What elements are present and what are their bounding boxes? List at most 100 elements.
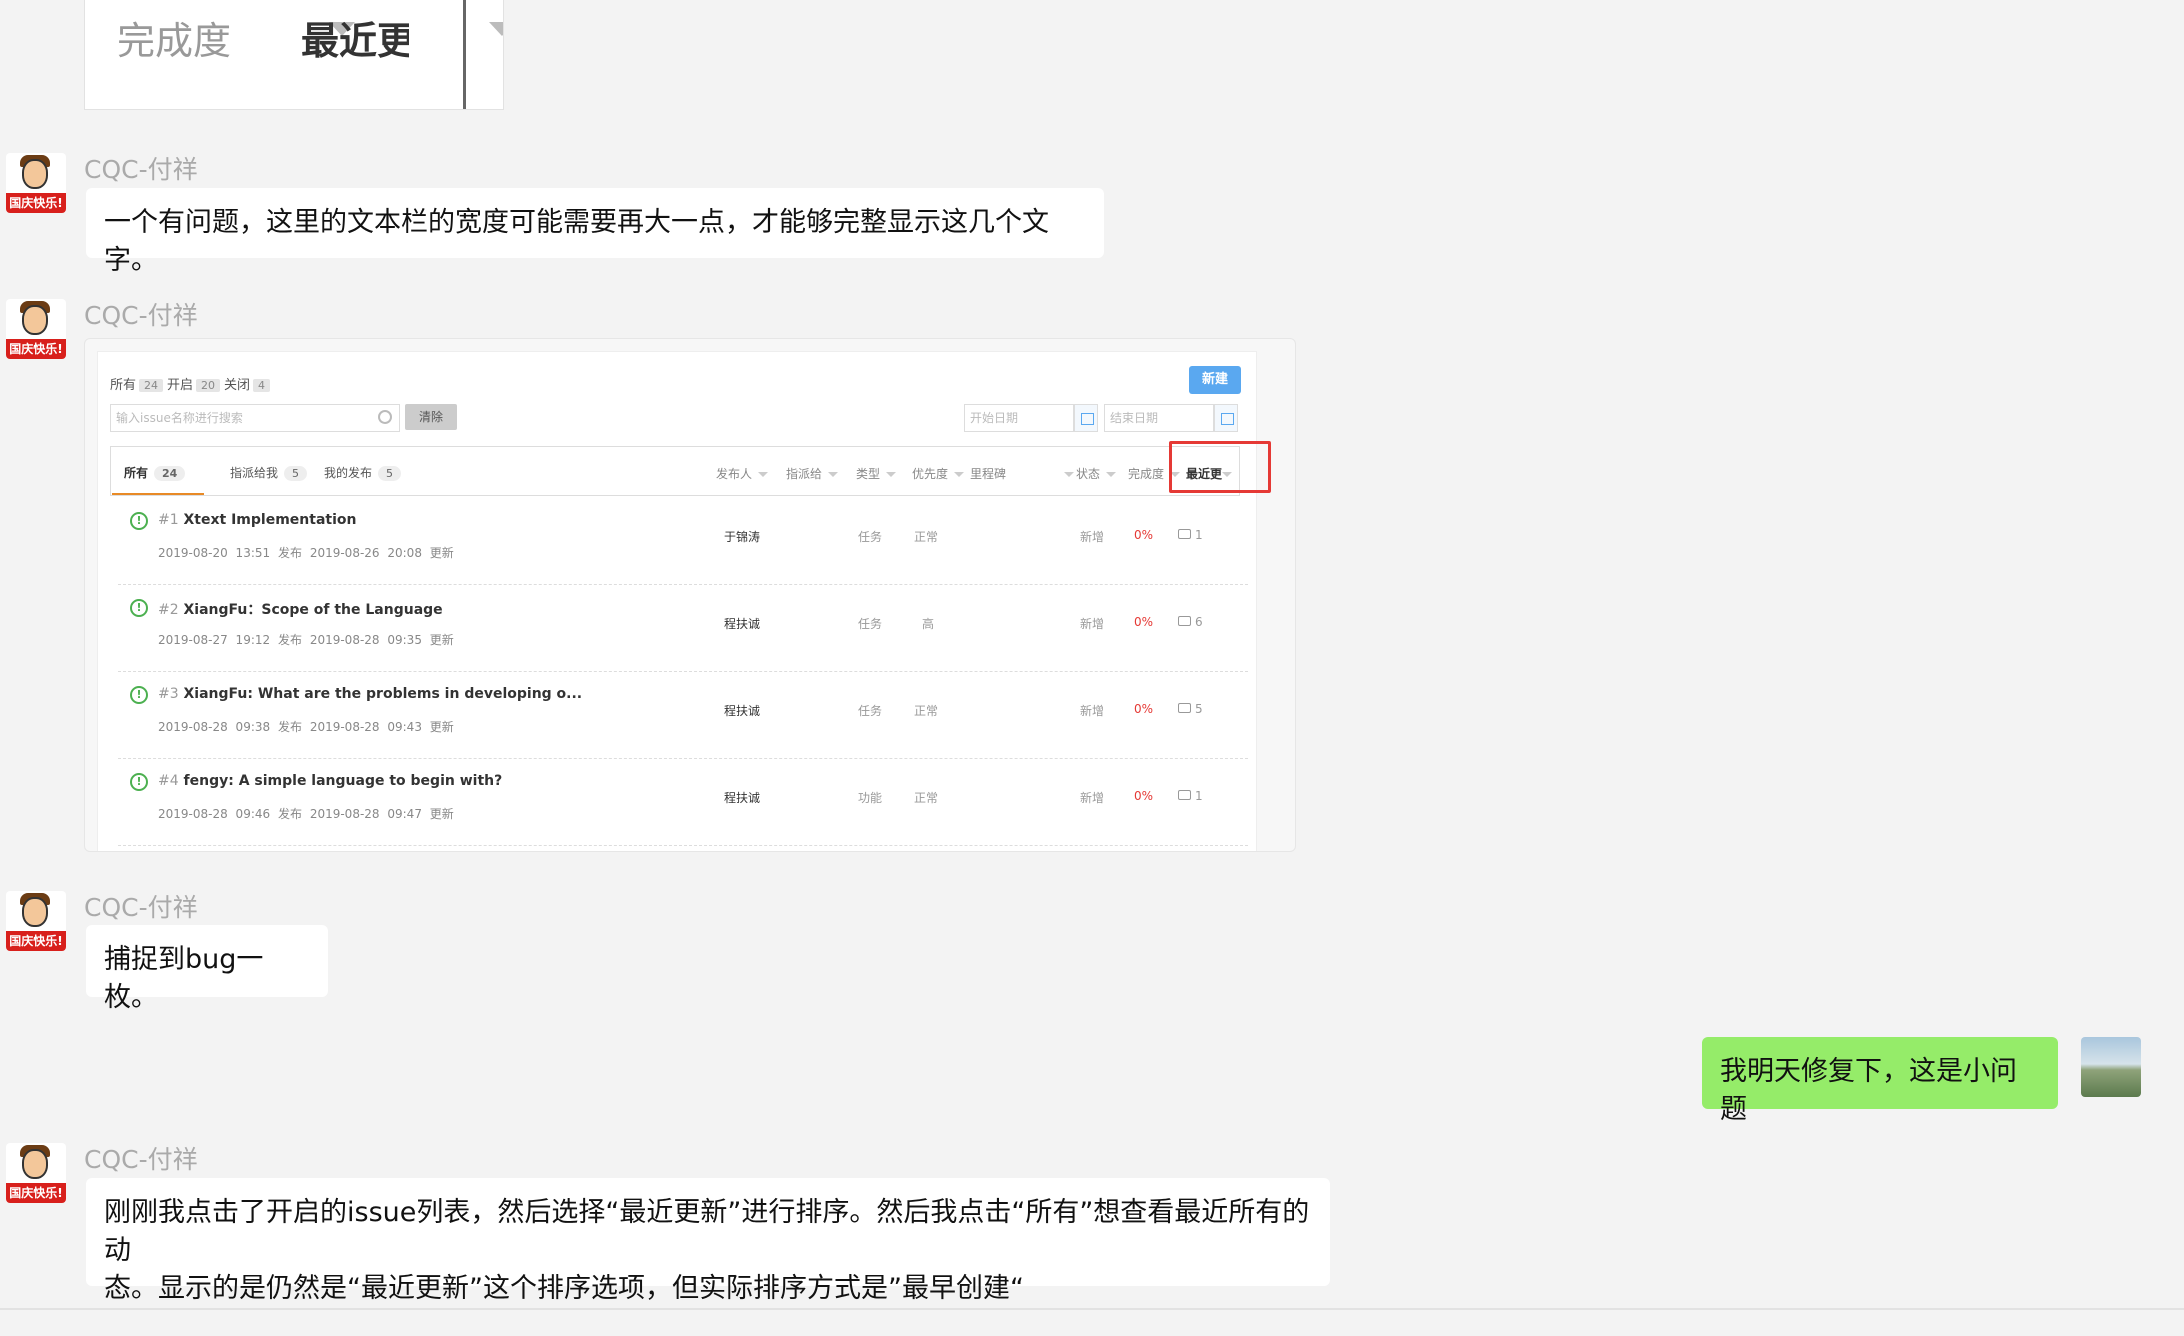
filter-label: 里程碑 bbox=[970, 467, 1007, 481]
issue-open-icon: ! bbox=[130, 686, 148, 704]
calendar-icon[interactable] bbox=[1074, 404, 1098, 432]
filter-assignee[interactable]: 指派给 bbox=[786, 465, 839, 482]
tab-label: 指派给我 bbox=[230, 466, 279, 480]
comment-icon bbox=[1178, 529, 1191, 539]
status-all-label[interactable]: 所有 bbox=[110, 378, 136, 393]
assignee: 程扶诚 bbox=[724, 617, 761, 631]
issue-list-panel: 所有 24 开启 20 关闭 4 新建 输入issue名称进行搜索 清除 开始日期 结束日… bbox=[97, 351, 1257, 851]
search-input[interactable]: 输入issue名称进行搜索 bbox=[110, 404, 400, 432]
chevron-down-icon bbox=[828, 472, 839, 477]
recent-update-column-header: 最近更新 bbox=[301, 19, 409, 63]
filter-label: 类型 bbox=[856, 467, 881, 481]
my-message-bubble[interactable]: 我明天修复下，这是小问题 bbox=[1702, 1037, 2058, 1125]
calendar-icon[interactable] bbox=[1214, 404, 1238, 432]
updated-label: 更新 bbox=[429, 807, 454, 821]
filter-publisher[interactable]: 发布人 bbox=[716, 465, 769, 482]
issue-priority: 正常 bbox=[914, 530, 939, 544]
table-row[interactable]: ! #1 Xtext Implementation 2019-08-20 13:… bbox=[118, 498, 1248, 585]
comment-number: 1 bbox=[1195, 528, 1203, 542]
issue-number: #2 bbox=[158, 602, 179, 618]
comment-number: 5 bbox=[1195, 702, 1203, 716]
filter-status[interactable]: 状态 bbox=[1076, 465, 1117, 482]
comment-icon bbox=[1178, 616, 1191, 626]
comment-count[interactable]: 1 bbox=[1178, 528, 1203, 542]
tab-count: 5 bbox=[378, 466, 402, 481]
my-avatar[interactable] bbox=[2081, 1037, 2141, 1097]
created-time: 2019-08-28 09:38 bbox=[158, 720, 271, 734]
message-bubble[interactable]: 一个有问题，这里的文本栏的宽度可能需要再大一点，才能够完整显示这几个文字。 bbox=[86, 188, 1104, 276]
filter-label: 完成度 bbox=[1128, 467, 1165, 481]
filter-milestone[interactable]: 里程碑 bbox=[970, 465, 1075, 482]
issue-priority: 高 bbox=[922, 617, 935, 631]
issue-meta: 2019-08-27 19:12 发布 2019-08-28 09:35 更新 bbox=[158, 631, 454, 648]
table-row[interactable]: ! #2 XiangFu：Scope of the Language 2019-… bbox=[118, 585, 1248, 672]
cropped-screenshot-image: 完成度 最近更新 bbox=[84, 0, 504, 110]
issue-title-text: Xtext Implementation bbox=[183, 512, 357, 528]
highlight-box bbox=[1169, 441, 1271, 493]
filter-label: 状态 bbox=[1076, 467, 1101, 481]
avatar[interactable]: 国庆快乐! bbox=[6, 891, 66, 951]
chevron-down-icon bbox=[758, 472, 769, 477]
issue-progress: 0% bbox=[1134, 528, 1154, 542]
issue-type: 功能 bbox=[858, 791, 883, 805]
updated-label: 更新 bbox=[429, 720, 454, 734]
tab-all[interactable]: 所有 24 bbox=[124, 464, 186, 481]
chevron-down-icon bbox=[1064, 472, 1075, 477]
avatar-face bbox=[22, 159, 48, 189]
filter-priority[interactable]: 优先度 bbox=[912, 465, 965, 482]
message-line: 刚刚我点击了开启的issue列表，然后选择“最近更新”进行排序。然后我点击“所有… bbox=[104, 1197, 1310, 1266]
issue-title[interactable]: #4 fengy: A simple language to begin wit… bbox=[158, 773, 502, 789]
status-all-count: 24 bbox=[139, 379, 164, 392]
chevron-down-icon bbox=[1106, 472, 1117, 477]
assignee: 于锦涛 bbox=[724, 530, 761, 544]
comment-icon bbox=[1178, 703, 1191, 713]
table-row[interactable]: ! #4 fengy: A simple language to begin w… bbox=[118, 759, 1248, 846]
created-label: 发布 bbox=[277, 546, 302, 560]
issue-title[interactable]: #2 XiangFu：Scope of the Language bbox=[158, 599, 443, 619]
avatar[interactable]: 国庆快乐! bbox=[6, 153, 66, 213]
issue-status: 新增 bbox=[1080, 617, 1105, 631]
issue-priority: 正常 bbox=[914, 704, 939, 718]
chevron-down-icon bbox=[954, 472, 965, 477]
issue-title[interactable]: #1 Xtext Implementation bbox=[158, 512, 356, 528]
issue-progress: 0% bbox=[1134, 615, 1154, 629]
issue-open-icon: ! bbox=[130, 599, 148, 617]
issue-title-text: XiangFu：Scope of the Language bbox=[183, 602, 443, 618]
screenshot-image-message[interactable]: 所有 24 开启 20 关闭 4 新建 输入issue名称进行搜索 清除 开始日期 结束日… bbox=[84, 338, 1296, 852]
filter-label: 发布人 bbox=[716, 467, 753, 481]
avatar-banner: 国庆快乐! bbox=[6, 1183, 66, 1203]
comment-number: 1 bbox=[1195, 789, 1203, 803]
issue-type: 任务 bbox=[858, 617, 883, 631]
new-issue-button[interactable]: 新建 bbox=[1189, 366, 1241, 394]
end-date-input[interactable]: 结束日期 bbox=[1104, 404, 1214, 432]
avatar-face bbox=[22, 1149, 48, 1179]
tab-count: 24 bbox=[154, 466, 186, 481]
message-bubble[interactable]: 刚刚我点击了开启的issue列表，然后选择“最近更新”进行排序。然后我点击“所有… bbox=[86, 1178, 1330, 1304]
comment-icon bbox=[1178, 790, 1191, 800]
avatar[interactable]: 国庆快乐! bbox=[6, 1143, 66, 1203]
issue-status: 新增 bbox=[1080, 704, 1105, 718]
issue-meta: 2019-08-28 09:38 发布 2019-08-28 09:43 更新 bbox=[158, 718, 454, 735]
table-row[interactable]: ! #3 XiangFu: What are the problems in d… bbox=[118, 672, 1248, 759]
avatar-face bbox=[22, 897, 48, 927]
search-icon bbox=[378, 410, 392, 424]
tab-label: 我的发布 bbox=[324, 466, 373, 480]
avatar-banner: 国庆快乐! bbox=[6, 339, 66, 359]
issue-title[interactable]: #3 XiangFu: What are the problems in dev… bbox=[158, 686, 582, 702]
assignee: 程扶诚 bbox=[724, 704, 761, 718]
issue-type: 任务 bbox=[858, 530, 883, 544]
comment-count[interactable]: 5 bbox=[1178, 702, 1203, 716]
status-open-label[interactable]: 开启 bbox=[167, 378, 193, 393]
start-date-input[interactable]: 开始日期 bbox=[964, 404, 1074, 432]
comment-count[interactable]: 1 bbox=[1178, 789, 1203, 803]
avatar[interactable]: 国庆快乐! bbox=[6, 299, 66, 359]
status-closed-label[interactable]: 关闭 bbox=[224, 378, 250, 393]
tab-assigned-to-me[interactable]: 指派给我 5 bbox=[230, 464, 308, 481]
filter-type[interactable]: 类型 bbox=[856, 465, 897, 482]
message-bubble[interactable]: 捕捉到bug一枚。 bbox=[86, 925, 328, 1013]
clear-button[interactable]: 清除 bbox=[405, 404, 457, 430]
issue-number: #4 bbox=[158, 773, 179, 789]
updated-time: 2019-08-28 09:47 bbox=[309, 807, 422, 821]
tab-my-posts[interactable]: 我的发布 5 bbox=[324, 464, 402, 481]
comment-count[interactable]: 6 bbox=[1178, 615, 1203, 629]
